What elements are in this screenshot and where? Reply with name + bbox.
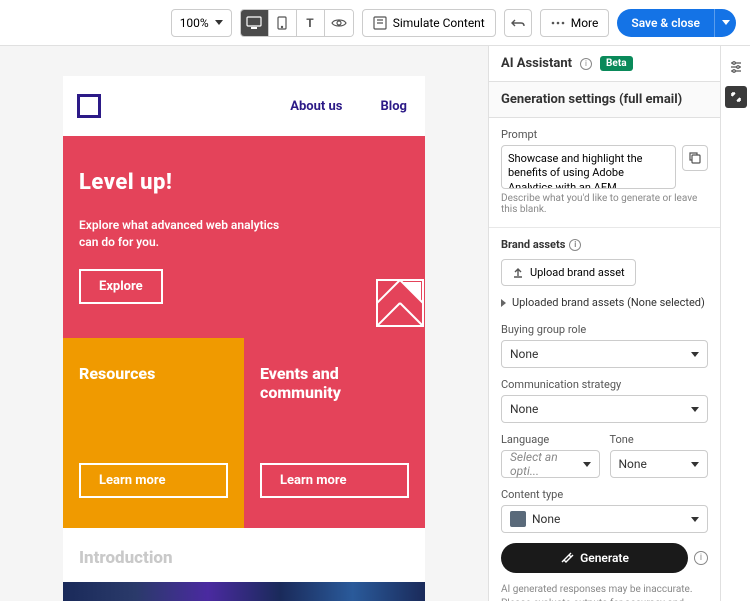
email-preview[interactable]: About us Blog Level up! Explore what adv… [63,76,425,601]
save-options-button[interactable] [714,9,736,37]
more-button[interactable]: More [540,9,610,37]
brand-assets-label: Brand assets i [501,238,708,251]
zoom-value: 100% [180,16,209,30]
preview-header: About us Blog [63,76,425,136]
chevron-down-icon [691,407,699,412]
col2-cta[interactable]: Learn more [260,463,409,498]
beta-badge: Beta [600,56,633,71]
preview-view-button[interactable] [325,10,353,36]
sliders-icon [729,60,743,74]
col1-cta[interactable]: Learn more [79,463,228,498]
chevron-down-icon [722,20,730,25]
hero-decorative-icon [375,278,425,328]
expand-icon [501,299,506,307]
nav-about[interactable]: About us [290,99,342,114]
info-icon[interactable]: i [569,239,581,251]
desktop-icon [246,16,262,30]
info-icon[interactable]: i [694,551,708,565]
device-group: T [240,9,354,37]
disclaimer-text: AI generated responses may be inaccurate… [501,583,708,601]
content-type-value: None [532,512,560,526]
chevron-down-icon [691,352,699,357]
language-value: Select an opti... [510,450,583,478]
top-toolbar: 100% T Simulate Content More Save & clos… [0,0,750,46]
right-rail [720,46,750,601]
svg-text:T: T [307,16,315,30]
info-icon[interactable]: i [580,58,592,70]
intro-title: Introduction [63,528,425,582]
buying-role-select[interactable]: None [501,340,708,368]
rail-settings-button[interactable] [725,56,747,78]
logo [77,94,101,118]
chevron-down-icon [583,462,591,467]
buying-role-value: None [510,347,538,361]
chevron-down-icon [691,517,699,522]
panel-header: AI Assistant i Beta [489,46,720,82]
prompt-label: Prompt [501,128,708,141]
more-icon [551,21,565,25]
intro-image [63,582,425,601]
columns: Resources Learn more Events and communit… [63,338,425,528]
hero-title: Level up! [79,170,409,195]
generate-label: Generate [580,551,629,565]
simulate-label: Simulate Content [393,16,485,30]
generate-button[interactable]: Generate [501,543,688,573]
collapse-icon [730,91,742,103]
comm-strategy-label: Communication strategy [501,378,708,391]
copy-prompt-button[interactable] [682,145,708,171]
canvas-area: About us Blog Level up! Explore what adv… [0,46,488,601]
col2-title: Events and community [260,364,409,402]
uploaded-label: Uploaded brand assets (None selected) [512,296,705,309]
nav-links: About us Blog [290,99,407,114]
panel-body: Prompt Describe what you'd like to gener… [489,118,720,601]
eye-icon [331,18,347,28]
tone-select[interactable]: None [610,450,709,478]
col1-title: Resources [79,364,228,383]
rail-collapse-button[interactable] [725,86,747,108]
undo-button[interactable] [504,9,532,37]
resources-column: Resources Learn more [63,338,244,528]
hero-subtitle: Explore what advanced web analytics can … [79,217,289,251]
chevron-down-icon [215,20,223,25]
save-close-button[interactable]: Save & close [617,9,714,37]
chevron-down-icon [691,462,699,467]
nav-blog[interactable]: Blog [380,99,407,114]
generate-icon [560,551,574,565]
upload-icon [512,267,524,279]
text-icon: T [303,16,317,30]
comm-value: None [510,402,538,416]
main-area: About us Blog Level up! Explore what adv… [0,46,750,601]
prompt-textarea[interactable] [501,145,676,189]
simulate-content-button[interactable]: Simulate Content [362,9,496,37]
content-type-icon [510,511,526,527]
ai-assistant-panel: AI Assistant i Beta Generation settings … [488,46,720,601]
content-type-select[interactable]: None [501,505,708,533]
hero-cta[interactable]: Explore [79,269,163,304]
panel-title: AI Assistant [501,56,572,71]
upload-label: Upload brand asset [530,266,625,279]
tone-label: Tone [610,433,709,446]
copy-icon [689,152,701,164]
text-view-button[interactable]: T [297,10,325,36]
events-column: Events and community Learn more [244,338,425,528]
hero-section: Level up! Explore what advanced web anal… [63,136,425,338]
language-label: Language [501,433,600,446]
upload-brand-asset-button[interactable]: Upload brand asset [501,259,636,286]
uploaded-assets-row[interactable]: Uploaded brand assets (None selected) [501,296,708,309]
tone-value: None [619,457,647,471]
mobile-icon [277,16,287,30]
mobile-view-button[interactable] [269,10,297,36]
desktop-view-button[interactable] [241,10,269,36]
comm-strategy-select[interactable]: None [501,395,708,423]
more-label: More [571,16,599,30]
zoom-select[interactable]: 100% [171,9,232,37]
undo-icon [511,18,525,28]
buying-role-label: Buying group role [501,323,708,336]
simulate-icon [373,16,387,30]
language-select[interactable]: Select an opti... [501,450,600,478]
content-type-label: Content type [501,488,708,501]
save-group: Save & close [617,9,736,37]
prompt-help: Describe what you'd like to generate or … [501,193,708,215]
generation-settings-title: Generation settings (full email) [489,82,720,118]
